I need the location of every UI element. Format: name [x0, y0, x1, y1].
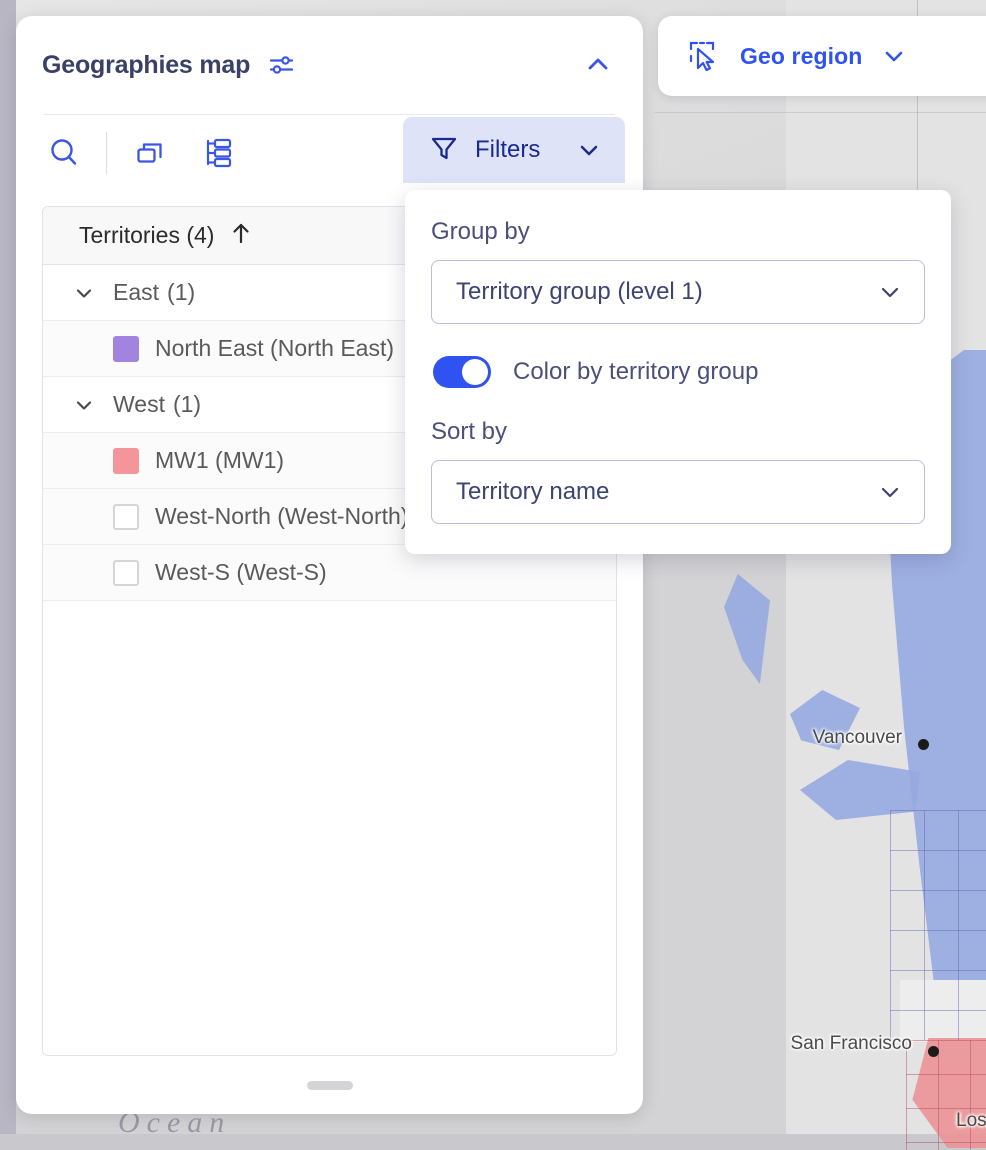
geographies-map-panel: Geographies map	[16, 16, 643, 1114]
color-by-territory-group-row[interactable]: Color by territory group	[433, 356, 925, 388]
panel-toolbar: Filters	[16, 115, 643, 191]
filters-button[interactable]: Filters	[403, 117, 625, 183]
duplicate-layers-icon[interactable]	[129, 131, 173, 175]
arrow-up-icon[interactable]	[228, 220, 254, 251]
group-label: West	[113, 391, 165, 418]
panel-resize-handle[interactable]	[307, 1081, 353, 1090]
city-dot	[918, 739, 929, 750]
checkbox-unchecked[interactable]	[113, 560, 139, 586]
geo-region-toolbar[interactable]: Geo region	[658, 16, 986, 96]
territories-count-label: Territories (4)	[79, 222, 214, 249]
filters-button-label: Filters	[475, 136, 540, 164]
color-swatch[interactable]	[113, 336, 139, 362]
panel-collapse-button[interactable]	[581, 48, 615, 82]
group-count: (1)	[173, 391, 201, 418]
group-by-value: Territory group (level 1)	[456, 278, 703, 306]
group-by-label: Group by	[431, 218, 925, 246]
map-tile-seam-horizontal	[655, 112, 986, 113]
sort-by-select[interactable]: Territory name	[431, 460, 925, 524]
territory-label: MW1 (MW1)	[155, 447, 284, 474]
color-swatch[interactable]	[113, 448, 139, 474]
chevron-down-icon[interactable]	[63, 393, 105, 417]
geo-region-label: Geo region	[740, 43, 862, 70]
panel-header: Geographies map	[16, 16, 643, 114]
page-title: Geographies map	[42, 51, 250, 80]
map-left-edge-strip	[0, 0, 16, 1134]
territory-label: West-S (West-S)	[155, 559, 327, 586]
cursor-select-icon	[688, 39, 722, 73]
city-label: Los	[956, 1110, 986, 1132]
city-label: Vancouver	[813, 727, 902, 749]
chevron-down-icon	[575, 136, 603, 164]
chevron-down-icon	[876, 278, 904, 306]
map-territory-island-a[interactable]	[724, 574, 770, 684]
city-dot	[928, 1046, 939, 1057]
sliders-icon[interactable]	[266, 50, 296, 80]
territory-label: North East (North East)	[155, 335, 394, 362]
sort-by-label: Sort by	[431, 418, 925, 446]
color-by-territory-group-toggle[interactable]	[433, 356, 491, 388]
map-county-grid-blue	[890, 810, 986, 1040]
sort-by-value: Territory name	[456, 478, 609, 506]
filters-dropdown-panel: Group by Territory group (level 1) Color…	[405, 190, 951, 554]
search-icon[interactable]	[42, 131, 86, 175]
hierarchy-tree-icon[interactable]	[197, 131, 241, 175]
territory-label: West-North (West-North)	[155, 503, 408, 530]
color-by-territory-group-label: Color by territory group	[513, 358, 758, 386]
chevron-up-icon	[582, 49, 614, 81]
group-by-select[interactable]: Territory group (level 1)	[431, 260, 925, 324]
funnel-icon	[429, 133, 459, 168]
checkbox-unchecked[interactable]	[113, 504, 139, 530]
city-label: San Francisco	[791, 1033, 912, 1055]
group-label: East	[113, 279, 159, 306]
group-count: (1)	[167, 279, 195, 306]
chevron-down-icon[interactable]	[880, 42, 908, 70]
toggle-knob	[462, 359, 488, 385]
chevron-down-icon	[876, 478, 904, 506]
toolbar-separator	[106, 132, 107, 174]
chevron-down-icon[interactable]	[63, 281, 105, 305]
